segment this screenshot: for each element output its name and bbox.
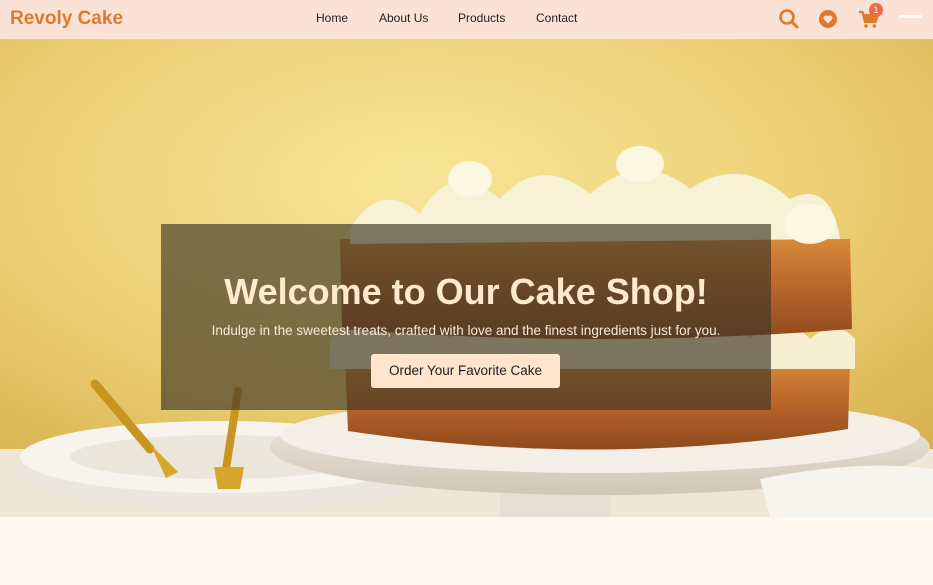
menu-icon [899,15,922,18]
nav-link-about-us[interactable]: About Us [379,11,428,25]
navbar: Revoly Cake Home About Us Products Conta… [0,0,933,39]
hero-section: Welcome to Our Cake Shop! Indulge in the… [0,39,933,517]
hero-title: Welcome to Our Cake Shop! [224,271,708,312]
hero-overlay: Welcome to Our Cake Shop! Indulge in the… [161,224,771,410]
page-content-area [0,517,933,585]
menu-button[interactable] [899,15,922,20]
nav-link-products[interactable]: Products [458,11,505,25]
search-button[interactable] [776,6,802,32]
heart-icon [819,10,837,28]
hero-subtitle: Indulge in the sweetest treats, crafted … [211,323,721,338]
cart-count-badge: 1 [869,3,883,17]
search-icon [779,9,799,29]
order-cake-button[interactable]: Order Your Favorite Cake [371,354,560,388]
nav-link-contact[interactable]: Contact [536,11,577,25]
nav-link-home[interactable]: Home [316,11,348,25]
favorites-button[interactable] [815,6,841,32]
